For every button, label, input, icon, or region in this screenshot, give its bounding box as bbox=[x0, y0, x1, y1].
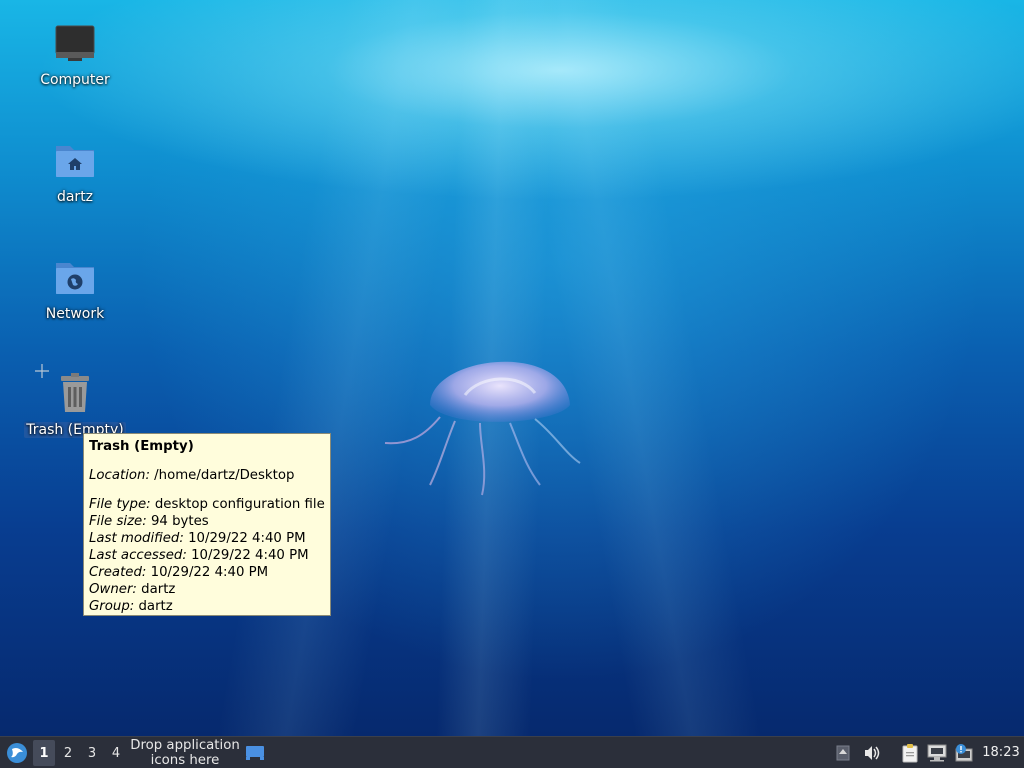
lubuntu-menu-icon bbox=[7, 742, 27, 763]
crosshair-cursor-icon bbox=[35, 364, 49, 378]
tooltip-key: Location: bbox=[89, 468, 150, 483]
jellyfish-wallpaper bbox=[384, 361, 581, 496]
desktop-icon-trash[interactable]: Trash (Empty) bbox=[20, 372, 130, 438]
desktop-icon-label: Computer bbox=[40, 72, 110, 88]
clock[interactable]: 18:23 bbox=[978, 737, 1024, 768]
tooltip-row-last-accessed: Last accessed: 10/29/22 4:40 PM bbox=[89, 547, 325, 564]
desktop-icon-label: Network bbox=[45, 306, 105, 322]
tooltip-value: dartz bbox=[134, 599, 173, 614]
tooltip-key: Last accessed: bbox=[89, 548, 187, 563]
update-notifier-icon bbox=[955, 743, 973, 761]
tooltip-row-file-size: File size: 94 bytes bbox=[89, 513, 325, 530]
tooltip-title: Trash (Empty) bbox=[89, 439, 194, 454]
tooltip-row-last-modified: Last modified: 10/29/22 4:40 PM bbox=[89, 530, 325, 547]
tooltip-key: Created: bbox=[89, 565, 147, 580]
network-icon bbox=[927, 744, 947, 761]
tray-expand-button[interactable] bbox=[834, 737, 852, 768]
tooltip-value: 10/29/22 4:40 PM bbox=[146, 565, 269, 580]
tooltip-key: Last modified: bbox=[89, 531, 184, 546]
tooltip-value: desktop configuration file bbox=[150, 497, 325, 512]
network-button[interactable] bbox=[925, 737, 949, 768]
tooltip-key: Group: bbox=[89, 599, 135, 614]
quick-launch-line1: Drop application bbox=[130, 737, 240, 753]
update-notifier-button[interactable] bbox=[951, 737, 975, 768]
show-desktop-button[interactable] bbox=[244, 737, 266, 768]
tooltip-key: File type: bbox=[89, 497, 151, 512]
tooltip-value: 10/29/22 4:40 PM bbox=[183, 531, 306, 546]
tooltip-row-file-type: File type: desktop configuration file bbox=[89, 496, 325, 513]
quick-launch-line2: icons here bbox=[150, 752, 220, 768]
quick-launch-area: Drop application icons here bbox=[126, 737, 244, 768]
taskbar: 1 2 3 4 Drop application icons here 18:2… bbox=[0, 736, 1024, 768]
desktop-icon-home-folder[interactable]: dartz bbox=[20, 139, 130, 205]
computer-icon bbox=[53, 22, 97, 66]
tooltip-value: 94 bytes bbox=[146, 514, 209, 529]
network-folder-icon bbox=[53, 256, 97, 300]
tooltip-row-created: Created: 10/29/22 4:40 PM bbox=[89, 564, 325, 581]
workspace-1-button[interactable]: 1 bbox=[33, 740, 55, 766]
home-folder-icon bbox=[53, 139, 97, 183]
workspace-4-button[interactable]: 4 bbox=[105, 740, 127, 766]
tooltip-value: 10/29/22 4:40 PM bbox=[186, 548, 309, 563]
tooltip-key: Owner: bbox=[89, 582, 137, 597]
tray-up-arrow-icon bbox=[836, 745, 850, 760]
tooltip-value: /home/dartz/Desktop bbox=[149, 468, 295, 483]
clipboard-icon bbox=[902, 743, 918, 762]
workspace-2-button[interactable]: 2 bbox=[57, 740, 79, 766]
volume-icon bbox=[865, 745, 880, 760]
trash-icon bbox=[53, 372, 97, 416]
desktop-icon-label: dartz bbox=[56, 189, 94, 205]
tooltip-row-owner: Owner: dartz bbox=[89, 581, 325, 598]
workspace-3-button[interactable]: 3 bbox=[81, 740, 103, 766]
tooltip-key: File size: bbox=[89, 514, 147, 529]
show-desktop-icon bbox=[246, 745, 264, 760]
desktop-icon-computer[interactable]: Computer bbox=[20, 22, 130, 88]
tooltip-row-location: Location: /home/dartz/Desktop bbox=[89, 467, 325, 484]
desktop[interactable]: Computer dartz Network Trash (Empty) Tra… bbox=[0, 0, 1024, 736]
desktop-icon-network[interactable]: Network bbox=[20, 256, 130, 322]
tooltip-value: dartz bbox=[136, 582, 176, 597]
volume-button[interactable] bbox=[860, 737, 884, 768]
start-menu-button[interactable] bbox=[2, 737, 32, 768]
file-info-tooltip: Trash (Empty) Location: /home/dartz/Desk… bbox=[83, 433, 331, 616]
clipboard-button[interactable] bbox=[898, 737, 922, 768]
tooltip-row-group: Group: dartz bbox=[89, 598, 325, 615]
